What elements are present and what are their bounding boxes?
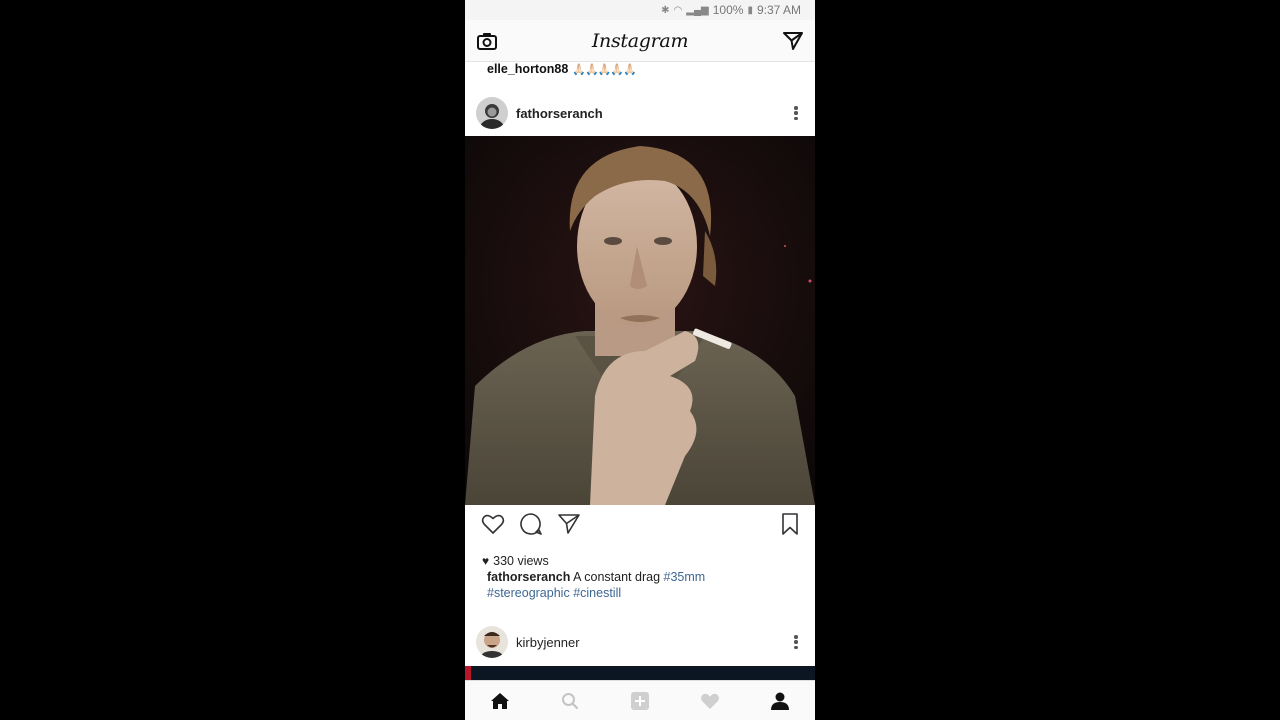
views-heart-icon: ♥ [482,554,490,568]
views-count[interactable]: ♥ 330 views [482,554,549,568]
profile-icon[interactable] [760,681,800,720]
signal-icon: ▂▄▆ [686,4,709,16]
caption-text: A constant drag [573,570,661,584]
app-header: Instagram [465,20,815,62]
hashtag-35mm[interactable]: #35mm [664,570,706,584]
search-icon[interactable] [550,681,590,720]
status-bar: ✱ ◠ ▂▄▆ 100% ▮ 9:37 AM [465,0,815,20]
bookmark-icon[interactable] [781,512,799,541]
views-text: 330 views [493,554,549,568]
activity-icon[interactable] [690,681,730,720]
post-caption: fathorseranch A constant drag #35mm #ste… [487,569,797,601]
app-logo: Instagram [591,29,689,52]
status-time: 9:37 AM [756,3,801,17]
next-post-more-icon[interactable] [788,632,804,652]
bluetooth-icon: ✱ [661,4,670,16]
paper-plane-icon[interactable] [781,29,805,53]
hashtag-stereographic[interactable]: #stereographic [487,586,570,600]
caption-username[interactable]: fathorseranch [487,570,570,584]
previous-post-caption: elle_horton88 🙏🏻🙏🏻🙏🏻🙏🏻🙏🏻 [487,62,637,76]
add-icon[interactable] [620,681,660,720]
next-post-header: kirbyjenner [465,621,815,663]
post-actions [465,506,815,546]
previous-post-emoji: 🙏🏻🙏🏻🙏🏻🙏🏻🙏🏻 [572,63,636,76]
battery-icon: ▮ [747,4,753,16]
share-icon[interactable] [557,513,581,540]
post-image[interactable] [465,136,815,505]
next-post-avatar[interactable] [476,626,508,658]
avatar[interactable] [476,97,508,129]
battery-level: 100% [712,3,744,17]
next-post-username[interactable]: kirbyjenner [516,635,788,650]
wifi-icon: ◠ [673,4,683,16]
heart-icon[interactable] [481,513,505,540]
post-header: fathorseranch [465,92,815,134]
previous-post-username[interactable]: elle_horton88 [487,62,568,76]
home-icon[interactable] [480,681,520,720]
bottom-nav [465,680,815,720]
hashtag-cinestill[interactable]: #cinestill [573,586,621,600]
post-username[interactable]: fathorseranch [516,106,788,121]
next-post-image-edge [465,666,815,680]
camera-icon[interactable] [475,29,499,53]
comment-icon[interactable] [519,512,543,541]
more-options-icon[interactable] [788,103,804,123]
phone-screen: ✱ ◠ ▂▄▆ 100% ▮ 9:37 AM Instagram elle_ho… [465,0,815,720]
